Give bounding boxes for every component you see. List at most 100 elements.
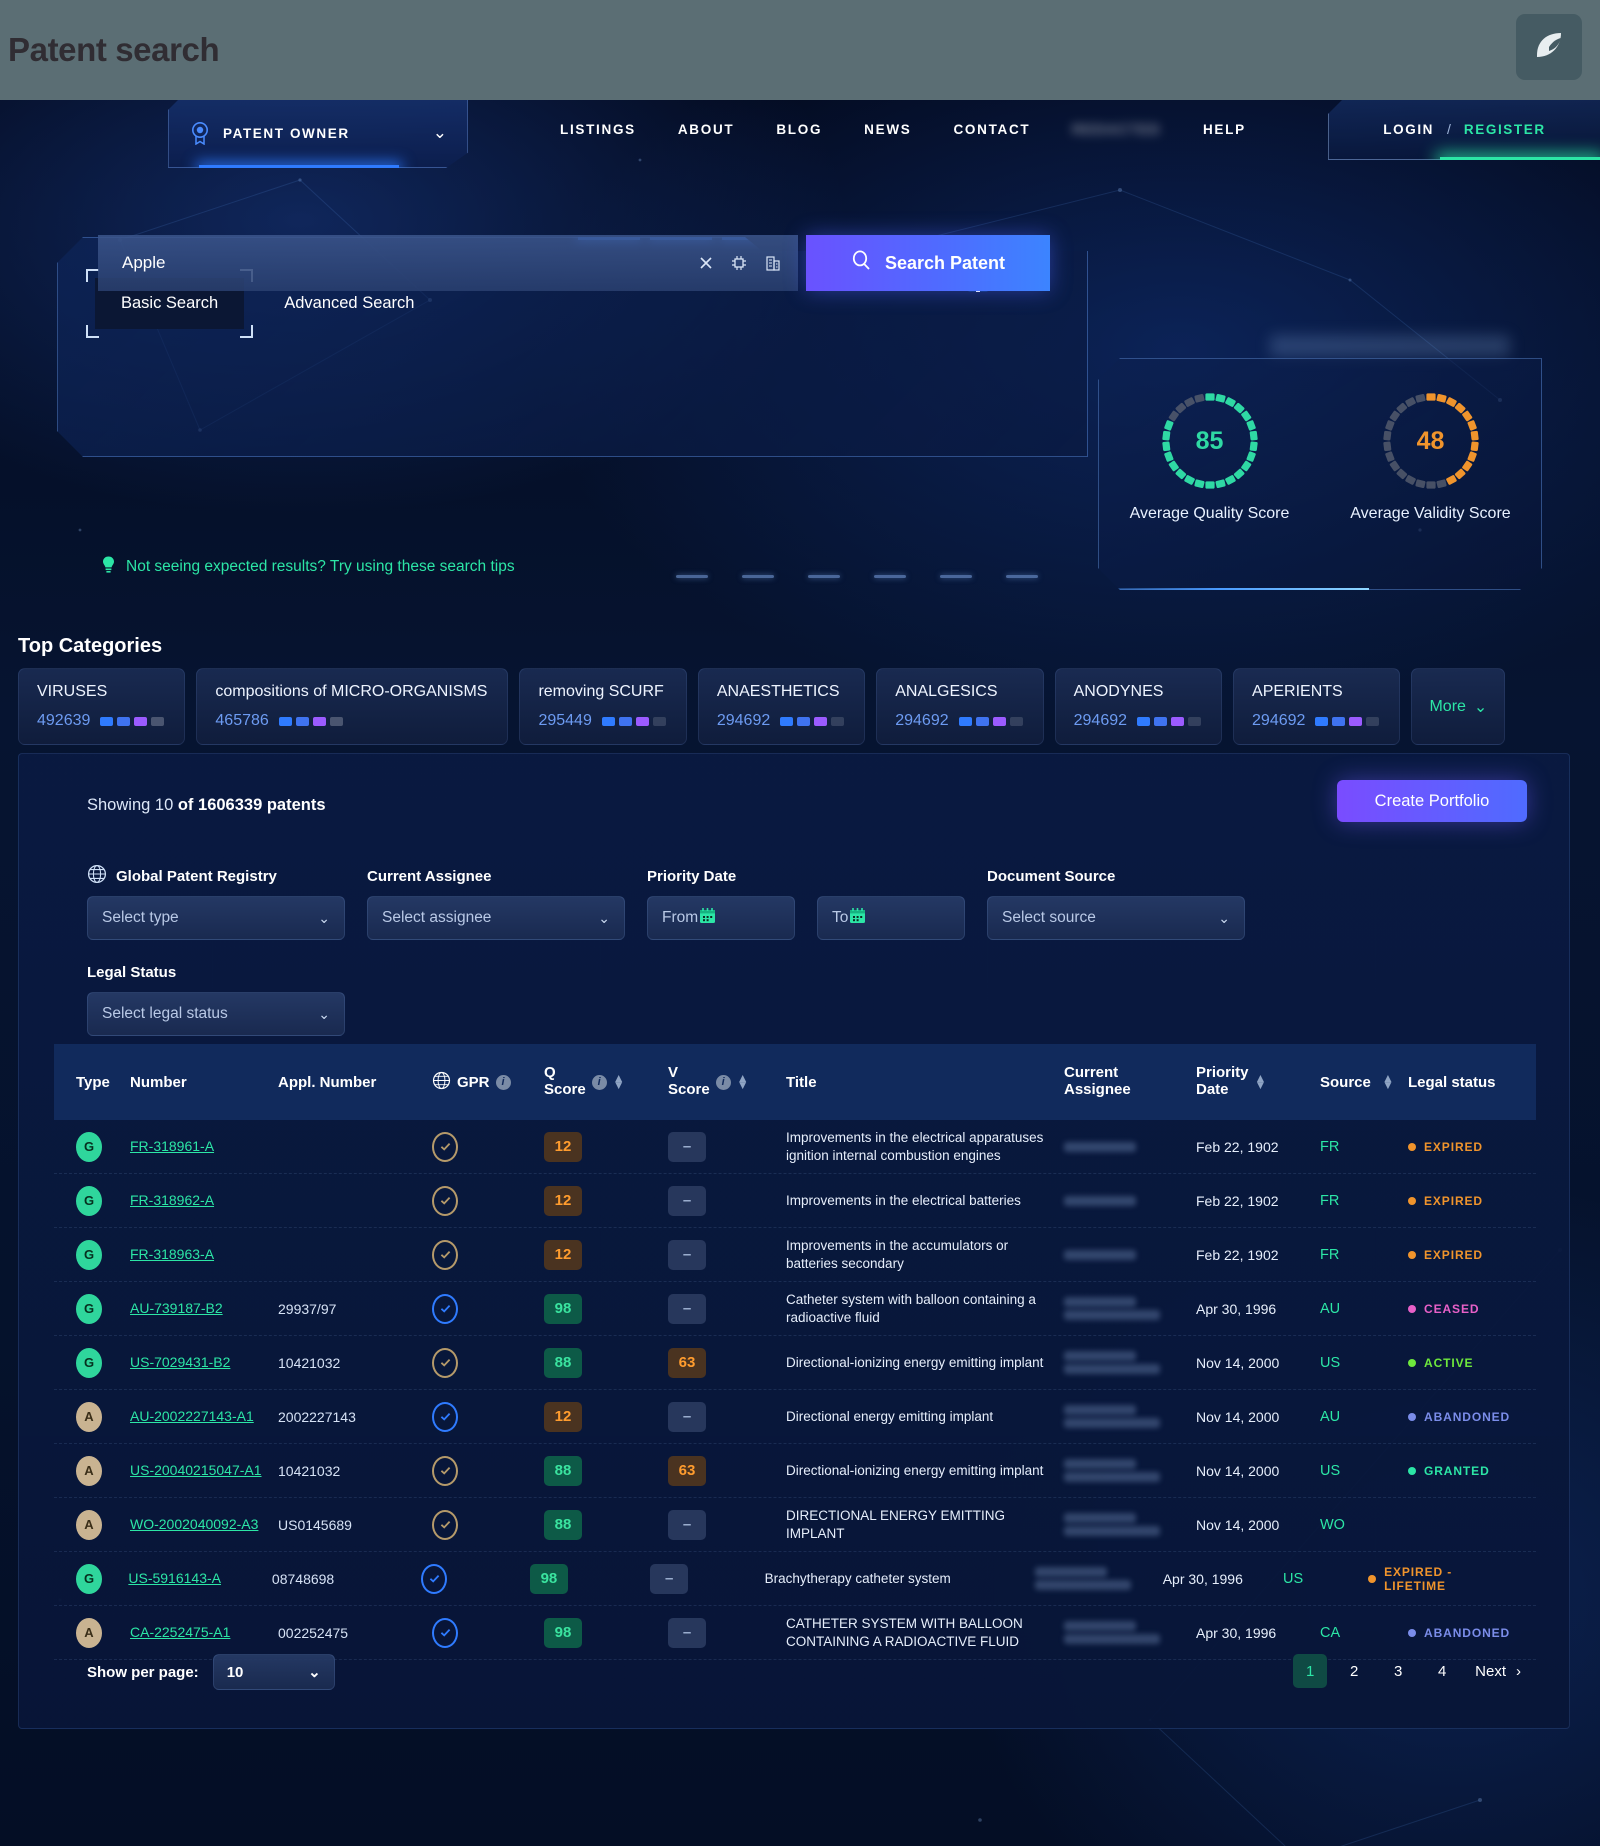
patent-number-link[interactable]: US-7029431-B2 bbox=[130, 1354, 230, 1370]
category-card[interactable]: ANODYNES 294692 bbox=[1055, 668, 1222, 745]
cell-gpr bbox=[432, 1294, 544, 1324]
patent-number-link[interactable]: US-20040215047-A1 bbox=[130, 1462, 262, 1478]
sort-icon[interactable]: ▲▼ bbox=[613, 1075, 625, 1089]
table-row[interactable]: A US-20040215047-A1 10421032 88 63 Direc… bbox=[54, 1444, 1536, 1498]
status-badge: ABANDONED bbox=[1408, 1626, 1510, 1640]
column-header-source[interactable]: Source bbox=[1320, 1074, 1382, 1091]
page-button-3[interactable]: 3 bbox=[1381, 1654, 1415, 1688]
filter-global-patent-registry: Global Patent Registry Select type ⌄ bbox=[87, 866, 345, 940]
patent-number-link[interactable]: US-5916143-A bbox=[128, 1570, 221, 1586]
category-level-bars bbox=[602, 717, 666, 726]
check-circle-icon bbox=[432, 1510, 458, 1540]
category-card[interactable]: removing SCURF 295449 bbox=[519, 668, 686, 745]
next-page-button[interactable]: Next › bbox=[1469, 1654, 1527, 1688]
building-icon[interactable] bbox=[764, 254, 782, 272]
cell-v-score: – bbox=[668, 1510, 786, 1540]
per-page-select[interactable]: 10 ⌄ bbox=[213, 1654, 335, 1690]
cell-source: WO bbox=[1320, 1517, 1382, 1533]
filter-select-assignee[interactable]: Select assignee ⌄ bbox=[367, 896, 625, 940]
category-card[interactable]: APERIENTS 294692 bbox=[1233, 668, 1400, 745]
column-header-legal-status[interactable]: Legal status bbox=[1408, 1074, 1496, 1091]
more-categories-button[interactable]: More ⌄ bbox=[1411, 668, 1505, 745]
column-header-priority-date[interactable]: Priority Date ▲▼ bbox=[1196, 1065, 1320, 1099]
patent-number-link[interactable]: AU-739187-B2 bbox=[130, 1300, 223, 1316]
cell-source: FR bbox=[1320, 1139, 1382, 1155]
column-header-number[interactable]: Number bbox=[130, 1074, 278, 1091]
close-icon[interactable] bbox=[698, 255, 714, 271]
calendar-icon[interactable] bbox=[698, 906, 717, 930]
table-row[interactable]: G FR-318963-A 12 – Improvements in the a… bbox=[54, 1228, 1536, 1282]
search-input[interactable] bbox=[122, 253, 698, 273]
column-header-title[interactable]: Title bbox=[786, 1074, 1064, 1091]
filter-select-source[interactable]: Select source ⌄ bbox=[987, 896, 1245, 940]
filter-select-type[interactable]: Select type ⌄ bbox=[87, 896, 345, 940]
page-button-4[interactable]: 4 bbox=[1425, 1654, 1459, 1688]
v-score-badge: – bbox=[650, 1564, 688, 1594]
column-header-v-score[interactable]: V Score i ▲▼ bbox=[668, 1065, 786, 1099]
category-card[interactable]: ANAESTHETICS 294692 bbox=[698, 668, 865, 745]
category-card[interactable]: VIRUSES 492639 bbox=[18, 668, 185, 745]
filter-date-from[interactable]: From bbox=[647, 896, 795, 940]
register-link[interactable]: REGISTER bbox=[1464, 122, 1546, 137]
filter-select-legal-status[interactable]: Select legal status ⌄ bbox=[87, 992, 345, 1036]
info-icon[interactable]: i bbox=[592, 1075, 607, 1090]
status-dot-icon bbox=[1408, 1197, 1416, 1205]
nav-link-contact[interactable]: CONTACT bbox=[953, 122, 1030, 137]
sort-icon[interactable]: ▲▼ bbox=[1255, 1075, 1267, 1089]
nav-link-help[interactable]: HELP bbox=[1203, 122, 1246, 137]
column-header-gpr[interactable]: GPR i bbox=[432, 1071, 544, 1094]
column-header-q-score[interactable]: Q Score i ▲▼ bbox=[544, 1065, 668, 1099]
patent-number-link[interactable]: AU-2002227143-A1 bbox=[130, 1408, 254, 1424]
table-row[interactable]: A CA-2252475-A1 002252475 98 – CATHETER … bbox=[54, 1606, 1536, 1660]
status-dot-icon bbox=[1408, 1305, 1416, 1313]
status-dot-icon bbox=[1408, 1413, 1416, 1421]
cell-type: A bbox=[76, 1456, 130, 1486]
search-patent-button[interactable]: Search Patent bbox=[806, 235, 1050, 291]
column-header-assignee-label: Current Assignee bbox=[1064, 1065, 1131, 1099]
nav-link-listings[interactable]: LISTINGS bbox=[560, 122, 636, 137]
calendar-icon[interactable] bbox=[848, 906, 867, 930]
column-header-current-assignee[interactable]: Current Assignee bbox=[1064, 1065, 1196, 1099]
table-row[interactable]: G US-7029431-B2 10421032 88 63 Direction… bbox=[54, 1336, 1536, 1390]
login-link[interactable]: LOGIN bbox=[1383, 122, 1434, 137]
cell-current-assignee bbox=[1064, 1193, 1196, 1209]
source-sort[interactable]: ▲▼ bbox=[1382, 1075, 1408, 1089]
search-input-wrapper bbox=[98, 235, 798, 291]
table-row[interactable]: A AU-2002227143-A1 2002227143 12 – Direc… bbox=[54, 1390, 1536, 1444]
nav-link-about[interactable]: ABOUT bbox=[678, 122, 735, 137]
patent-number-link[interactable]: WO-2002040092-A3 bbox=[130, 1516, 258, 1532]
table-row[interactable]: G AU-739187-B2 29937/97 98 – Catheter sy… bbox=[54, 1282, 1536, 1336]
nav-link-blog[interactable]: BLOG bbox=[776, 122, 822, 137]
category-card[interactable]: ANALGESICS 294692 bbox=[876, 668, 1043, 745]
status-dot-icon bbox=[1408, 1467, 1416, 1475]
info-icon[interactable]: i bbox=[716, 1075, 731, 1090]
chip-icon[interactable] bbox=[730, 254, 748, 272]
page-button-2[interactable]: 2 bbox=[1337, 1654, 1371, 1688]
filter-label-legal-text: Legal Status bbox=[87, 964, 176, 981]
cell-q-score: 12 bbox=[544, 1186, 668, 1216]
filter-date-to[interactable]: To bbox=[817, 896, 965, 940]
patent-number-link[interactable]: CA-2252475-A1 bbox=[130, 1624, 230, 1640]
table-row[interactable]: G FR-318961-A 12 – Improvements in the e… bbox=[54, 1120, 1536, 1174]
column-header-type[interactable]: Type bbox=[76, 1074, 130, 1091]
filter-select-source-value: Select source bbox=[1002, 909, 1096, 927]
top-categories-title: Top Categories bbox=[18, 635, 162, 658]
page-button-1[interactable]: 1 bbox=[1293, 1654, 1327, 1688]
nav-link-news[interactable]: NEWS bbox=[864, 122, 911, 137]
table-row[interactable]: G US-5916143-A 08748698 98 – Brachythera… bbox=[54, 1552, 1536, 1606]
sort-icon[interactable]: ▲▼ bbox=[737, 1075, 749, 1089]
table-row[interactable]: A WO-2002040092-A3 US0145689 88 – DIRECT… bbox=[54, 1498, 1536, 1552]
cell-type: G bbox=[76, 1294, 130, 1324]
nav-link-redacted[interactable]: REDACTED bbox=[1072, 122, 1161, 137]
patent-owner-dropdown[interactable]: PATENT OWNER ⌄ bbox=[168, 100, 468, 168]
patent-number-link[interactable]: FR-318962-A bbox=[130, 1192, 214, 1208]
column-header-appl-number[interactable]: Appl. Number bbox=[278, 1074, 432, 1091]
patent-number-link[interactable]: FR-318961-A bbox=[130, 1138, 214, 1154]
search-tips-link[interactable]: Not seeing expected results? Try using t… bbox=[100, 555, 515, 579]
create-portfolio-button[interactable]: Create Portfolio bbox=[1337, 780, 1527, 822]
patent-number-link[interactable]: FR-318963-A bbox=[130, 1246, 214, 1262]
info-icon[interactable]: i bbox=[496, 1075, 511, 1090]
table-row[interactable]: G FR-318962-A 12 – Improvements in the e… bbox=[54, 1174, 1536, 1228]
sort-icon[interactable]: ▲▼ bbox=[1382, 1075, 1394, 1089]
category-card[interactable]: compositions of MICRO-ORGANISMS 465786 bbox=[196, 668, 508, 745]
